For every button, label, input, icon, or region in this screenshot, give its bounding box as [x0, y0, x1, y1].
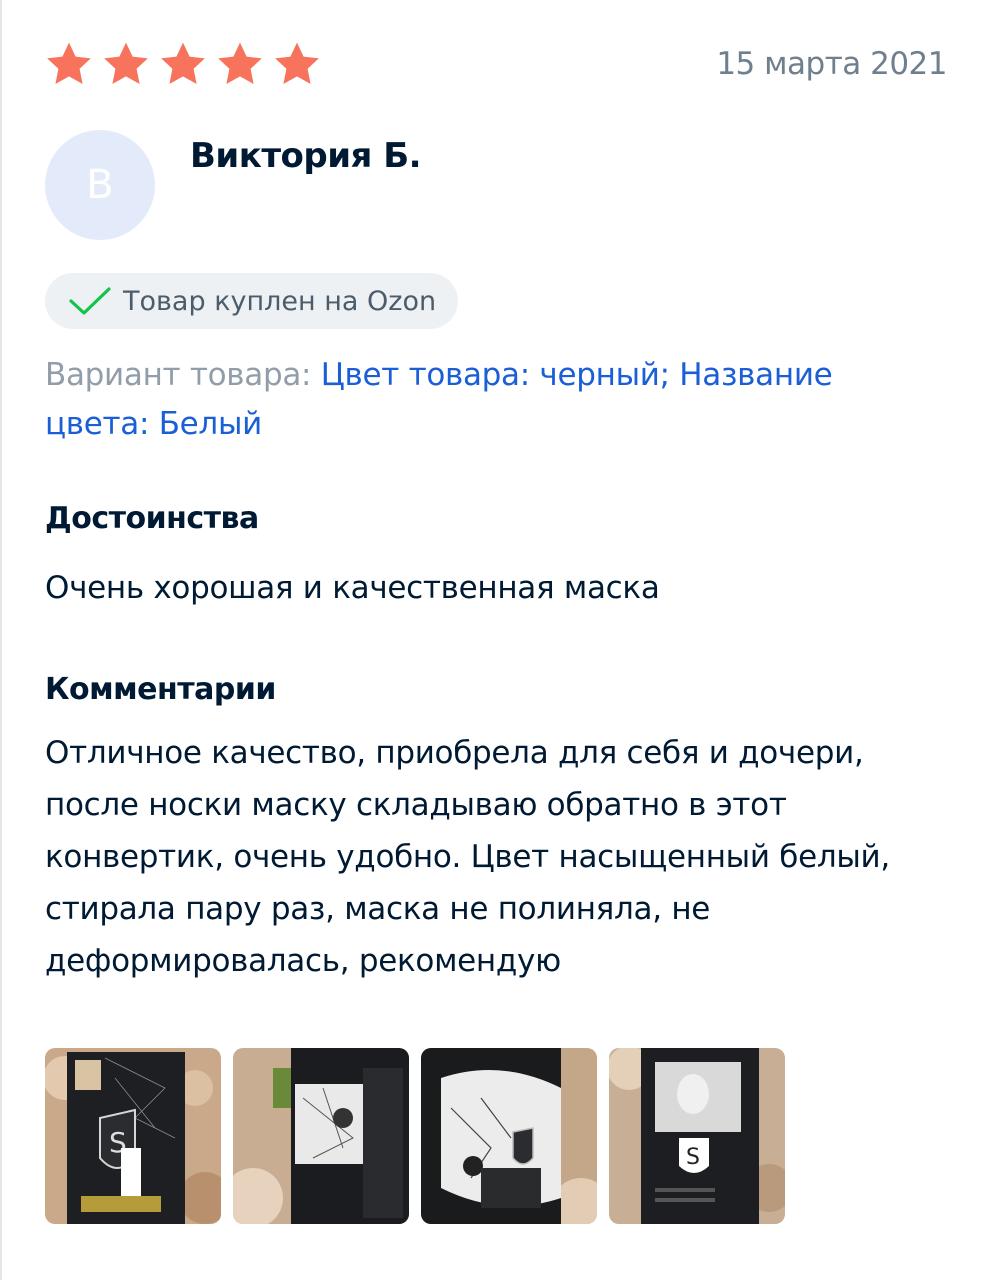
- review-card: 15 марта 2021 В Виктория Б. Товар куплен…: [45, 36, 947, 987]
- svg-text:S: S: [686, 1145, 700, 1170]
- star-icon: [45, 38, 102, 90]
- photo-open-package-icon: [233, 1048, 409, 1224]
- review-photo-1[interactable]: S: [45, 1048, 221, 1224]
- star-icon: [273, 38, 330, 90]
- author-row: В Виктория Б.: [45, 130, 947, 240]
- purchased-badge-text: Товар куплен на Ozon: [123, 285, 437, 317]
- review-photo-3[interactable]: [421, 1048, 597, 1224]
- check-icon: [69, 287, 111, 315]
- photo-package-back-icon: S: [609, 1048, 785, 1224]
- star-icon: [159, 38, 216, 90]
- comments-text: Отличное качество, приобрела для себя и …: [45, 735, 890, 979]
- photo-mask-package-icon: S: [45, 1048, 221, 1224]
- avatar[interactable]: В: [45, 130, 155, 240]
- review-photos: S S: [45, 1048, 785, 1224]
- photo-mask-closeup-icon: [421, 1048, 597, 1224]
- review-photo-2[interactable]: [233, 1048, 409, 1224]
- product-variant: Вариант товара: Цвет товара: черный; Наз…: [45, 351, 905, 449]
- pros-title: Достоинства: [45, 501, 259, 536]
- purchased-badge: Товар куплен на Ozon: [45, 273, 459, 329]
- review-header: 15 марта 2021: [45, 36, 947, 92]
- comments-title: Комментарии: [45, 672, 276, 707]
- star-icon: [216, 38, 273, 90]
- author-name[interactable]: Виктория Б.: [190, 136, 422, 176]
- variant-label: Вариант товара:: [45, 357, 312, 393]
- rating-stars: [45, 38, 330, 90]
- review-photo-4[interactable]: S: [609, 1048, 785, 1224]
- star-icon: [102, 38, 159, 90]
- pros-text: Очень хорошая и качественная маска: [45, 570, 660, 606]
- page-left-border: [0, 0, 2, 1280]
- review-date: 15 марта 2021: [716, 46, 947, 82]
